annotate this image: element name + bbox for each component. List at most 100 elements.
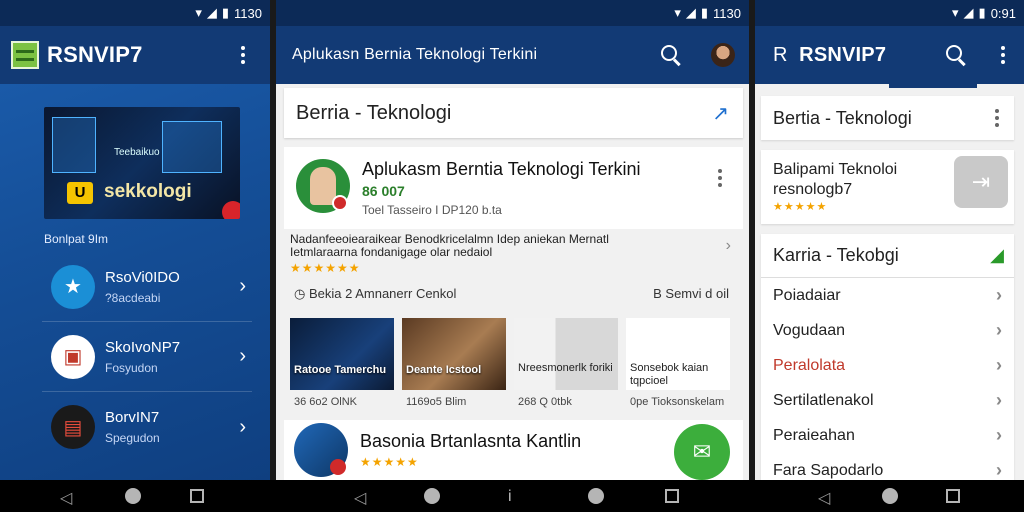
system-nav-bar: ◁ ◁ i ◁: [0, 480, 1024, 512]
chevron-right-icon: ›: [996, 285, 1002, 305]
thumbnail-card[interactable]: Sonsebok kaian tqpcioel 0pe Tioksonskela…: [626, 318, 730, 416]
section-title: Berria - Teknologi: [296, 101, 452, 124]
status-bar: ▾ ◢ ▮ 1130: [0, 0, 270, 26]
app-logo-icon: [11, 41, 39, 69]
tablet-graphic: [162, 121, 222, 173]
overflow-menu-icon[interactable]: [240, 46, 246, 64]
signal-icon: ◢: [206, 5, 217, 20]
section-label: Bonlpat 9Im: [44, 232, 109, 246]
devices-icon: ▣: [51, 334, 95, 379]
chevron-right-icon: ›: [996, 390, 1002, 410]
meta-right: B Semvi d oil: [653, 286, 729, 301]
menu-item[interactable]: Peralolata ›: [761, 348, 1014, 383]
thumbnail-caption: Sonsebok kaian tqpcioel: [630, 362, 709, 387]
app-bar: R RSNVIP7: [755, 26, 1024, 84]
app-title: RSNVIP7: [799, 43, 887, 66]
featured-app-card[interactable]: Aplukasm Berntia Teknologi Terkini 86 00…: [284, 147, 743, 229]
thumbnail-image: [514, 318, 618, 390]
section-title: Bertia - Teknologi: [773, 107, 912, 128]
chevron-right-icon: ›: [725, 237, 731, 254]
overflow-menu-icon[interactable]: [1000, 46, 1006, 64]
wifi-icon: ▾: [674, 5, 681, 20]
home-icon[interactable]: [588, 488, 604, 504]
recents-icon[interactable]: [190, 489, 204, 503]
clock-icon: ◷: [294, 286, 309, 301]
app-bar: RSNVIP7: [0, 26, 270, 84]
chevron-right-icon: ›: [239, 275, 246, 297]
export-icon[interactable]: ⇥: [954, 156, 1008, 208]
description-row[interactable]: Nadanfeeoiearaikear Benodkricelalmn Idep…: [290, 233, 743, 281]
back-icon[interactable]: ◁: [60, 488, 72, 508]
battery-icon: ▮: [978, 5, 986, 20]
home-icon[interactable]: [424, 488, 440, 504]
list-item-subtitle: Spegudon: [105, 431, 160, 445]
menu-item[interactable]: Poiadaiar ›: [761, 278, 1014, 313]
badge-icon: [330, 459, 346, 475]
list-item-title: SkoIvoNP7: [105, 338, 181, 356]
app-title: RSNVIP7: [47, 42, 143, 67]
search-icon[interactable]: [661, 45, 681, 65]
list-item[interactable]: ★ RsoVi0IDO ?8acdeabi ›: [42, 252, 252, 322]
battery-icon: ▮: [221, 5, 230, 20]
right-screen: ▾ ◢ ▮ 0:91 R RSNVIP7 Bertia - Teknologi …: [755, 0, 1024, 480]
featured-version: 86 007: [362, 183, 405, 199]
laptop-icon: ▤: [51, 405, 95, 449]
list-item-title: BorvIN7: [105, 409, 160, 426]
status-bar: ▾ ◢ ▮ 0:91: [755, 0, 1024, 26]
menu-item-label: Peraieahan: [773, 426, 855, 444]
thumbnail-card[interactable]: Ratooe Tamerchu 36 6o2 OlNK: [290, 318, 394, 416]
section-header-card[interactable]: Berria - Teknologi ↗: [284, 88, 743, 138]
meta-center: Cenkol: [415, 286, 457, 301]
battery-icon: ▮: [700, 5, 709, 20]
menu-item[interactable]: Sertilatlenakol ›: [761, 383, 1014, 418]
status-bar: ▾ ◢ ▮ 1130: [276, 0, 749, 26]
home-icon[interactable]: [882, 488, 898, 504]
menu-item[interactable]: Peraieahan ›: [761, 418, 1014, 453]
thumbnail-caption: Nreesmonerlk foriki: [518, 362, 613, 374]
avatar[interactable]: [711, 43, 735, 67]
list-item[interactable]: ▤ BorvIN7 Spegudon ›: [42, 392, 252, 462]
share-fab-button[interactable]: ✉: [674, 424, 730, 480]
thumbnail-meta: 0pe Tioksonskelam: [630, 396, 725, 408]
thumbnail-meta: 268 Q 0tbk: [518, 396, 572, 408]
chevron-right-icon: ›: [996, 425, 1002, 445]
promo-card[interactable]: Balipami Teknoloi resnologb7 ★★★★★ ⇥: [761, 150, 1014, 224]
thumbnail-image: [290, 318, 394, 390]
menu-item[interactable]: Fara Sapodarlo ›: [761, 453, 1014, 480]
back-icon[interactable]: ◁: [818, 488, 830, 508]
thumbnail-meta: 1169o5 Blim: [406, 396, 467, 408]
back-icon[interactable]: ◁: [354, 488, 366, 508]
overflow-menu-icon[interactable]: [994, 109, 1000, 127]
thumbnail-card[interactable]: Nreesmonerlk foriki 268 Q 0tbk: [514, 318, 618, 416]
home-icon[interactable]: [125, 488, 141, 504]
search-icon[interactable]: [946, 45, 966, 65]
category-title: Karria - Tekobgi: [773, 245, 899, 265]
section-header-card[interactable]: Bertia - Teknologi: [761, 96, 1014, 140]
description-text: Nadanfeeoiearaikear Benodkricelalmn Idep…: [290, 232, 609, 259]
chevron-right-icon: ›: [996, 320, 1002, 340]
menu-item-label: Fara Sapodarlo: [773, 461, 884, 479]
menu-item[interactable]: Vogudaan ›: [761, 313, 1014, 348]
tab-indicator: [889, 84, 977, 88]
recents-icon[interactable]: [665, 489, 679, 503]
recents-icon[interactable]: [946, 489, 960, 503]
middle-screen: ▾ ◢ ▮ 1130 Aplukasn Bernia Teknologi Ter…: [276, 0, 749, 480]
list-item-subtitle: ?8acdeabi: [105, 290, 161, 305]
hero-banner[interactable]: Teebaikuo U sekkologi: [44, 107, 240, 219]
status-time: 0:91: [990, 5, 1016, 21]
chevron-right-icon: ›: [239, 415, 246, 438]
list-item-title: RsoVi0IDO: [105, 268, 180, 286]
category-header[interactable]: Karria - Tekobgi ◢: [761, 234, 1014, 278]
trend-arrow-icon[interactable]: ↗: [712, 101, 729, 126]
overflow-menu-icon[interactable]: [717, 169, 723, 229]
app-avatar: [294, 423, 348, 477]
hero-action-button[interactable]: [222, 201, 240, 219]
hero-badge: U: [67, 182, 93, 204]
signal-icon: ◢: [963, 5, 974, 20]
left-screen: ▾ ◢ ▮ 1130 RSNVIP7 Teebaikuo U sekkologi…: [0, 0, 270, 480]
thumbnail-card[interactable]: Deante Icstool 1169o5 Blim: [402, 318, 506, 416]
list-item[interactable]: ▣ SkoIvoNP7 Fosyudon ›: [42, 322, 252, 392]
category-menu: Karria - Tekobgi ◢ Poiadaiar › Vogudaan › …: [761, 234, 1014, 480]
hero-label: Teebaikuo: [114, 147, 160, 158]
thumbnail-caption: Ratooe Tamerchu: [294, 364, 387, 376]
